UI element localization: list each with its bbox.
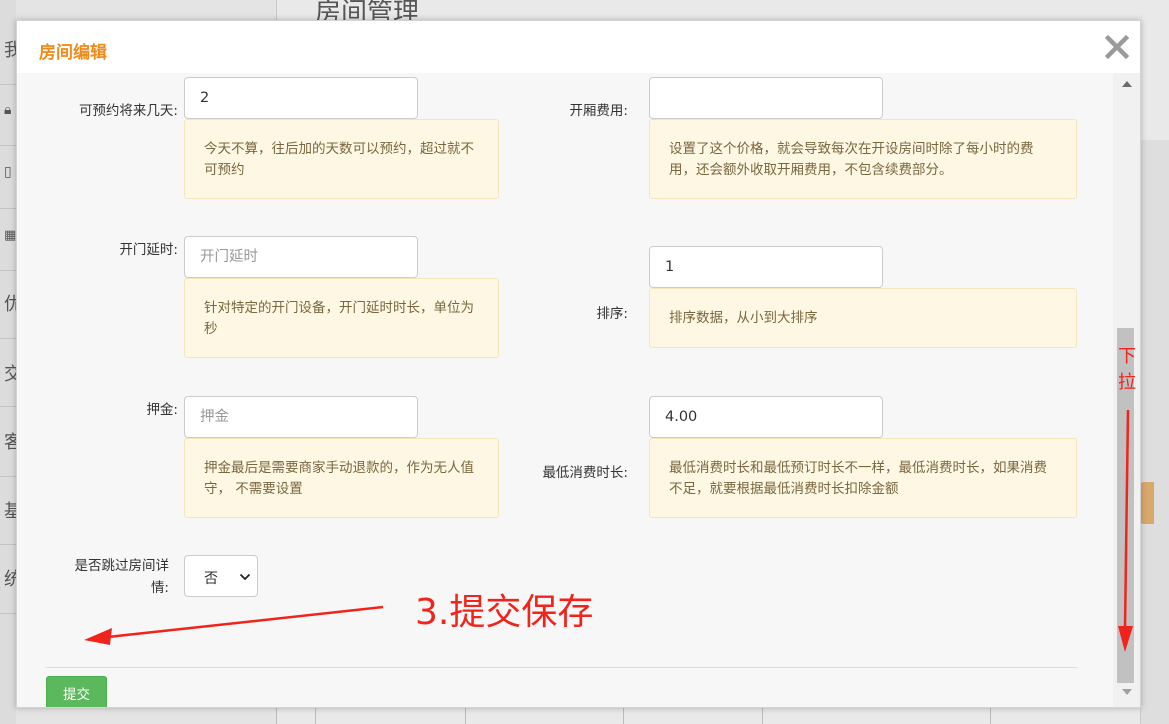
bg-sidebar-char-5: 交 bbox=[4, 364, 16, 385]
dialog-header: 房间编辑 bbox=[17, 21, 1140, 73]
door-delay-label: 开门延时: bbox=[119, 242, 178, 258]
annotation-side-text: 下拉 bbox=[1118, 346, 1136, 393]
min-duration-label: 最低消费时长: bbox=[542, 465, 628, 481]
background-sidebar: 我 🔒︎ ▯ ▦ 优 交 客 基 统 bbox=[0, 0, 17, 724]
bg-sidebar-char-4: 优 bbox=[4, 294, 16, 315]
booking-days-hint: 今天不算，往后加的天数可以预约，超过就不可预约 bbox=[184, 119, 499, 199]
bg-sidebar-char-0: 我 bbox=[4, 40, 16, 61]
sort-order-hint: 排序数据，从小到大排序 bbox=[649, 288, 1077, 348]
skip-detail-label: 是否跳过房间详情: bbox=[74, 558, 170, 596]
booking-days-label: 可预约将来几天: bbox=[78, 103, 178, 119]
room-opening-fee-hint: 设置了这个价格，就会导致每次在开设房间时除了每小时的费用，还会额外收取开厢费用，… bbox=[649, 119, 1077, 199]
min-duration-hint: 最低消费时长和最低预订时长不一样，最低消费时长，如果消费不足，就要根据最低消费时… bbox=[649, 438, 1077, 518]
door-delay-hint: 针对特定的开门设备，开门延时时长，单位为秒 bbox=[184, 278, 499, 358]
deposit-input[interactable] bbox=[184, 396, 418, 438]
bg-sidebar-lock-icon: 🔒︎ bbox=[4, 102, 12, 118]
annotation-step-text: 3.提交保存 bbox=[415, 592, 594, 633]
booking-days-input[interactable] bbox=[184, 77, 418, 119]
room-opening-fee-label: 开厢费用: bbox=[569, 103, 628, 119]
bg-sidebar-char-8: 统 bbox=[4, 569, 16, 590]
close-icon[interactable] bbox=[1103, 33, 1131, 61]
chevron-down-icon bbox=[239, 573, 251, 581]
background-orange-button bbox=[1140, 482, 1154, 524]
deposit-label: 押金: bbox=[146, 402, 178, 418]
sort-order-label: 排序: bbox=[596, 306, 628, 322]
background-table-footer bbox=[276, 706, 1140, 724]
background-right-panel bbox=[1140, 140, 1169, 724]
submit-button[interactable]: 提交 bbox=[46, 676, 107, 707]
bg-sidebar-char-6: 客 bbox=[4, 432, 16, 453]
skip-detail-select[interactable]: 否 bbox=[184, 555, 258, 597]
min-duration-input[interactable] bbox=[649, 396, 883, 438]
scroll-up-arrow-icon[interactable] bbox=[1122, 81, 1132, 87]
sort-order-input[interactable] bbox=[649, 246, 883, 288]
bg-sidebar-calendar-icon: ▦ bbox=[4, 228, 16, 243]
scroll-down-arrow-icon[interactable] bbox=[1122, 689, 1132, 695]
deposit-hint: 押金最后是需要商家手动退款的，作为无人值守， 不需要设置 bbox=[184, 438, 499, 518]
room-opening-fee-input[interactable] bbox=[649, 77, 883, 119]
skip-detail-selected-value: 否 bbox=[204, 571, 218, 587]
bg-sidebar-doc-icon: ▯ bbox=[4, 164, 12, 180]
dialog-title: 房间编辑 bbox=[39, 43, 107, 63]
door-delay-input[interactable] bbox=[184, 236, 418, 278]
form-divider bbox=[45, 667, 1077, 668]
bg-sidebar-char-7: 基 bbox=[4, 501, 16, 522]
